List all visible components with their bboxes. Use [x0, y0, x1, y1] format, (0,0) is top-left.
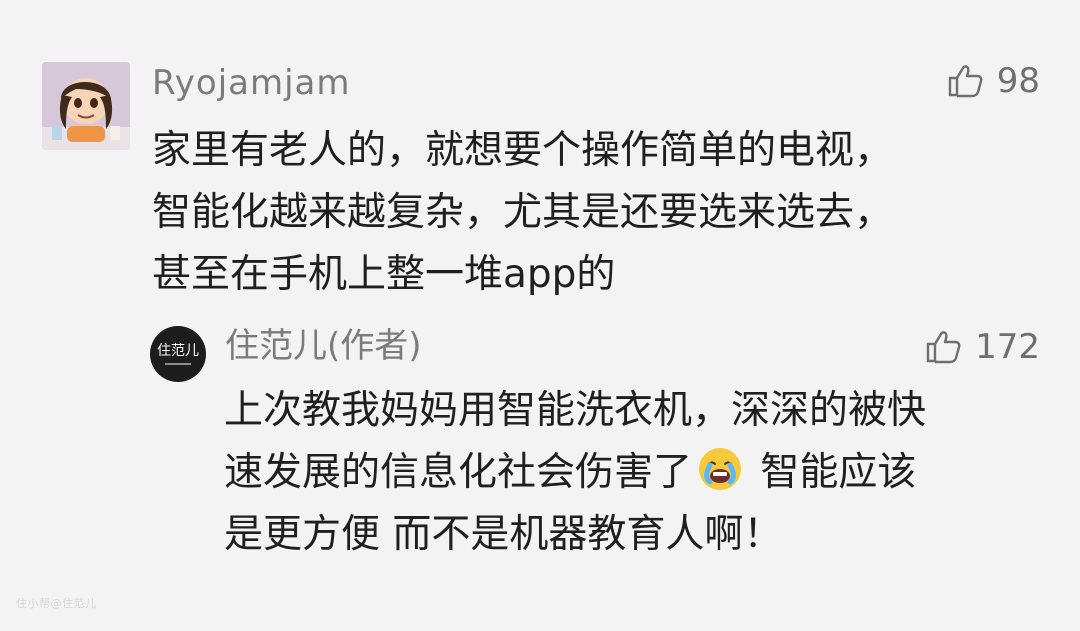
comment-like-count: 98 [996, 61, 1040, 101]
comment-username[interactable]: Ryojamjam [152, 63, 351, 103]
comment-line: 甚至在手机上整一堆app的 [152, 252, 616, 297]
reply-username[interactable]: 住范儿(作者) [225, 325, 422, 367]
comment-line: 智能化越来越复杂，尤其是还要选来选去， [152, 190, 894, 235]
reply-like-button[interactable]: 172 [921, 326, 1040, 368]
watermark: 住小帮@住范儿 [16, 597, 97, 610]
reply-like-count: 172 [975, 327, 1040, 367]
thumbs-up-icon [926, 331, 961, 364]
comment-line: 家里有老人的，就想要个操作简单的电视， [152, 128, 894, 173]
reply-text: 上次教我妈妈用智能洗衣机，深深的被快 速发展的信息化社会伤害了 智能应该 是更方… [224, 380, 1044, 566]
comment-text: 家里有老人的，就想要个操作简单的电视， 智能化越来越复杂，尤其是还要选来选去， … [152, 120, 1032, 306]
comment-like-button[interactable]: 98 [943, 60, 1040, 102]
avatar-image [42, 62, 130, 150]
reply-avatar[interactable]: 住范儿 [150, 326, 206, 382]
reply-line: 上次教我妈妈用智能洗衣机，深深的被快 [224, 388, 927, 433]
reply-avatar-logo-bar [165, 363, 191, 365]
avatar[interactable] [42, 62, 130, 150]
crying-face-icon [699, 448, 742, 490]
reply-line-text-after-emoji: 智能应该 [748, 450, 917, 495]
reply-line-text-before-emoji: 速发展的信息化社会伤害了 [224, 450, 693, 495]
thumbs-up-icon [948, 65, 983, 98]
reply-line: 是更方便 而不是机器教育人啊！ [224, 512, 783, 557]
reply-avatar-logo-text: 住范儿 [157, 343, 199, 359]
reply-line: 速发展的信息化社会伤害了 智能应该 [224, 442, 1044, 504]
